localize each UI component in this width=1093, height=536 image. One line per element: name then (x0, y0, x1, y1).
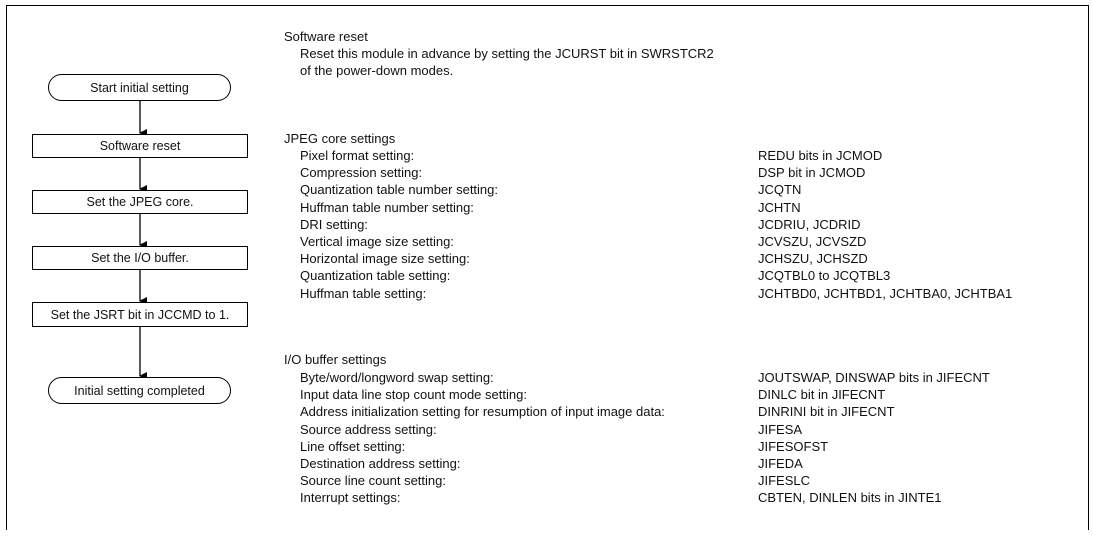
setting-register: JCHSZU, JCHSZD (758, 251, 868, 267)
setting-label: Pixel format setting: (300, 148, 415, 163)
start-initial-setting-terminal: Start initial setting (48, 74, 231, 101)
setting-register: JOUTSWAP, DINSWAP bits in JIFECNT (758, 370, 990, 385)
setting-register: JCQTN (758, 182, 802, 198)
node-label: Set the JPEG core. (86, 195, 194, 209)
setting-label: Quantization table number setting: (300, 182, 499, 198)
software-reset-title: Software reset (284, 29, 368, 44)
setting-register: JCVSZU, JCVSZD (758, 234, 867, 249)
setting-label: Byte/word/longword swap setting: (300, 370, 494, 385)
setting-row: Horizontal image size setting: JCHSZU, JC… (300, 251, 1080, 267)
setting-row: Quantization table number setting: JCQTN (300, 182, 1080, 198)
setting-register: JCQTBL0 to JCQTBL3 (758, 268, 891, 284)
set-jsrt-bit-step: Set the JSRT bit in JCCMD to 1. (32, 302, 248, 327)
software-reset-desc-line2: of the power-down modes. (300, 63, 454, 78)
node-label: Software reset (99, 139, 181, 153)
setting-label: Line offset setting: (300, 438, 406, 454)
setting-label: Destination address setting: (300, 456, 461, 471)
setting-register: JIFESA (758, 421, 803, 437)
setting-register: CBTEN, DINLEN bits in JINTE1 (758, 490, 942, 506)
set-jpeg-core-step: Set the JPEG core. (32, 190, 248, 214)
setting-row: Source address setting: JIFESA (300, 422, 1080, 438)
setting-row: Byte/word/longword swap setting: JOUTSWAP… (300, 370, 1080, 386)
setting-row: Line offset setting: JIFESOFST (300, 439, 1080, 455)
setting-row: Compression setting: DSP bit in JCMOD (300, 165, 1080, 181)
setting-label: Vertical image size setting: (300, 234, 454, 249)
setting-register: REDU bits in JCMOD (758, 148, 883, 163)
setting-label: Compression setting: (300, 165, 423, 181)
setting-register: DSP bit in JCMOD (758, 165, 866, 181)
jpeg-core-settings-title: JPEG core settings (284, 131, 396, 146)
setting-row: Interrupt settings: CBTEN, DINLEN bits in… (300, 490, 1080, 506)
io-buffer-settings-title: I/O buffer settings (284, 352, 387, 367)
setting-row: Destination address setting: JIFEDA (300, 456, 1080, 472)
setting-register: DINLC bit in JIFECNT (758, 387, 886, 403)
setting-label: Huffman table setting: (300, 285, 427, 301)
setting-register: JCDRIU, JCDRID (758, 216, 861, 232)
node-label: Set the JSRT bit in JCCMD to 1. (50, 307, 230, 322)
setting-row: Source line count setting: JIFESLC (300, 473, 1080, 489)
setting-label: Horizontal image size setting: (300, 251, 470, 267)
setting-row: Pixel format setting: REDU bits in JCMOD (300, 148, 1080, 164)
setting-register: JIFEDA (758, 456, 803, 471)
setting-register: JCHTN (758, 199, 801, 215)
setting-row: Huffman table number setting: JCHTN (300, 200, 1080, 216)
software-reset-desc-line1: Reset this module in advance by setting … (300, 46, 714, 61)
node-label: Start initial setting (90, 80, 189, 95)
setting-label: DRI setting: (300, 216, 368, 232)
setting-register: JIFESOFST (758, 438, 829, 454)
setting-register: JCHTBD0, JCHTBD1, JCHTBA0, JCHTBA1 (758, 285, 1013, 301)
setting-row: Address initialization setting for resum… (300, 404, 1080, 420)
setting-row: Input data line stop count mode setting:… (300, 387, 1080, 403)
node-label: Initial setting completed (74, 383, 205, 398)
setting-row: Huffman table setting: JCHTBD0, JCHTBD1, … (300, 286, 1080, 302)
setting-label: Source line count setting: (300, 473, 446, 489)
initial-setting-completed-terminal: Initial setting completed (48, 377, 231, 404)
node-label: Set the I/O buffer. (91, 251, 189, 265)
setting-label: Source address setting: (300, 421, 437, 437)
setting-label: Input data line stop count mode setting: (300, 387, 527, 403)
setting-label: Interrupt settings: (300, 490, 401, 506)
setting-row: DRI setting: JCDRIU, JCDRID (300, 217, 1080, 233)
setting-row: Quantization table setting: JCQTBL0 to JC… (300, 268, 1080, 284)
setting-label: Huffman table number setting: (300, 199, 474, 215)
set-io-buffer-step: Set the I/O buffer. (32, 246, 248, 270)
software-reset-step: Software reset (32, 134, 248, 158)
setting-row: Vertical image size setting: JCVSZU, JCVS… (300, 234, 1080, 250)
setting-label: Quantization table setting: (300, 268, 451, 284)
setting-register: DINRINI bit in JIFECNT (758, 404, 895, 420)
setting-register: JIFESLC (758, 473, 811, 489)
setting-label: Address initialization setting for resum… (300, 404, 665, 420)
